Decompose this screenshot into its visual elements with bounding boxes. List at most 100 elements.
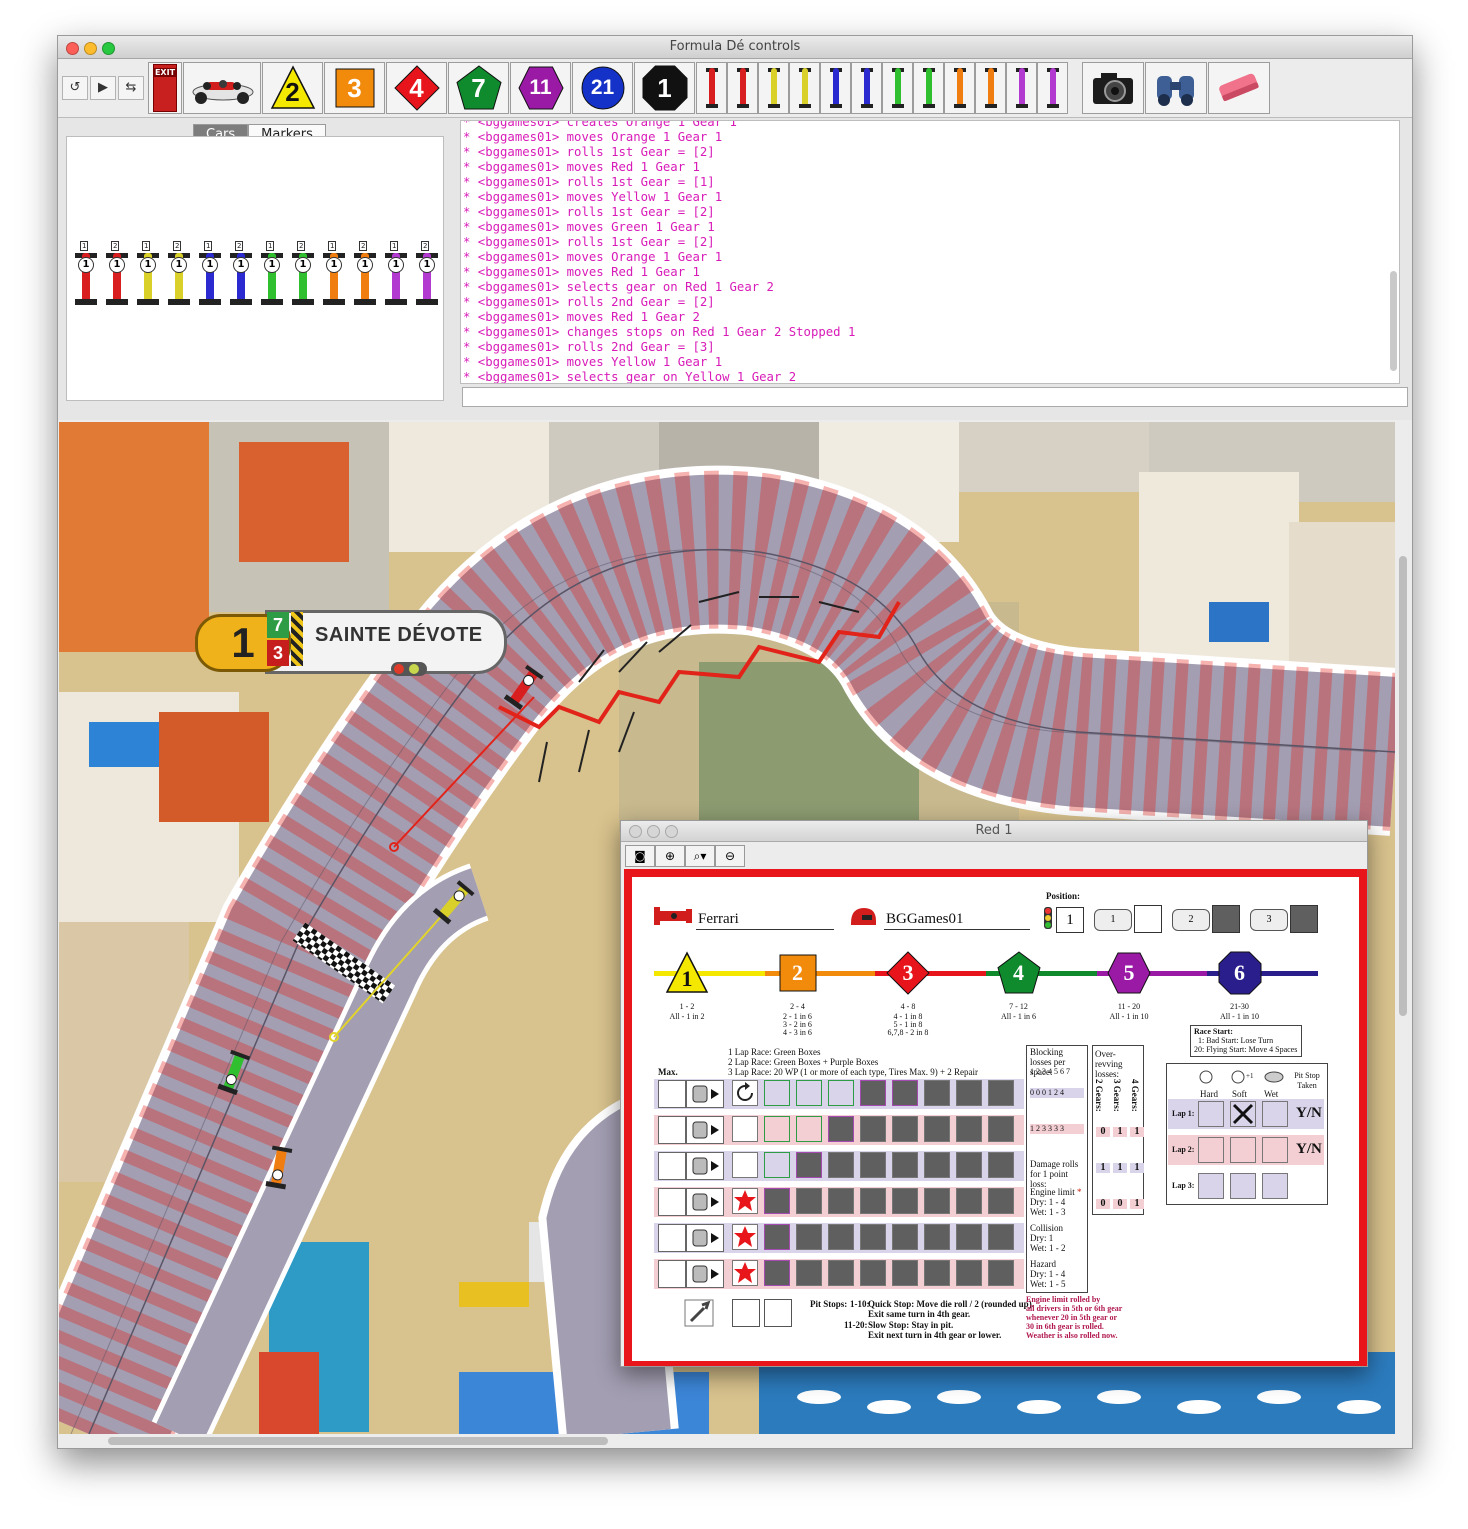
wear-point-box[interactable] [892, 1224, 918, 1250]
gear-6-button[interactable]: 6 [1218, 951, 1262, 995]
palette-car[interactable]: 11 [197, 241, 223, 311]
wear-point-box[interactable] [892, 1188, 918, 1214]
wear-max-box[interactable] [658, 1152, 686, 1180]
place-car-button[interactable] [1006, 62, 1037, 114]
die-3-button[interactable]: 3 [324, 62, 385, 114]
wear-point-box[interactable] [924, 1152, 950, 1178]
wear-point-box[interactable] [828, 1080, 854, 1106]
wear-point-box[interactable] [988, 1080, 1014, 1106]
place-car-button[interactable] [727, 62, 758, 114]
tyre-choice-box[interactable] [1230, 1101, 1256, 1127]
die-4-button[interactable]: 4 [386, 62, 447, 114]
wear-point-box[interactable] [956, 1188, 982, 1214]
palette-car[interactable]: 21 [290, 241, 316, 311]
wear-point-box[interactable] [764, 1188, 790, 1214]
pit-stop-taken-value[interactable]: Y/N [1296, 1142, 1322, 1157]
place-car-button[interactable] [758, 62, 789, 114]
exit-button[interactable]: EXIT [148, 62, 182, 114]
wear-max-box[interactable] [658, 1116, 686, 1144]
wear-point-box[interactable] [764, 1260, 790, 1286]
palette-car[interactable]: 21 [104, 241, 130, 311]
place-car-button[interactable] [913, 62, 944, 114]
wear-point-box[interactable] [924, 1260, 950, 1286]
eraser-button[interactable] [1208, 62, 1270, 114]
position-box[interactable]: 1 [1056, 907, 1084, 933]
wear-point-box[interactable] [732, 1152, 758, 1178]
palette-car[interactable]: 11 [321, 241, 347, 311]
gear-2-button[interactable]: 2 [776, 951, 820, 995]
wear-point-box[interactable] [860, 1224, 886, 1250]
car-sheet-zoom-select-button[interactable]: ⌕▾ [685, 845, 715, 867]
palette-car[interactable]: 11 [135, 241, 161, 311]
wear-point-box[interactable] [732, 1116, 758, 1142]
place-car-button[interactable] [944, 62, 975, 114]
board-horizontal-scrollbar[interactable] [108, 1437, 608, 1445]
tyre-choice-box[interactable] [1230, 1137, 1256, 1163]
new-car-button[interactable] [183, 62, 261, 114]
palette-car[interactable]: 21 [352, 241, 378, 311]
board-vertical-scrollbar[interactable] [1399, 556, 1407, 1016]
palette-car[interactable]: 21 [166, 241, 192, 311]
tyre-choice-box[interactable] [1198, 1173, 1224, 1199]
wear-point-box[interactable] [956, 1080, 982, 1106]
wear-point-box[interactable] [956, 1224, 982, 1250]
wear-max-box[interactable] [658, 1080, 686, 1108]
wear-point-box[interactable] [732, 1260, 758, 1286]
tyre-choice-box[interactable] [1262, 1101, 1288, 1127]
screenshot-button[interactable] [1082, 62, 1144, 114]
wear-point-box[interactable] [732, 1224, 758, 1250]
wear-point-box[interactable] [796, 1224, 822, 1250]
wear-point-box[interactable] [828, 1188, 854, 1214]
wear-max-box[interactable] [658, 1188, 686, 1216]
car-sheet-zoom-out-button[interactable]: ⊖ [715, 845, 745, 867]
wear-point-box[interactable] [796, 1188, 822, 1214]
wear-point-box[interactable] [764, 1152, 790, 1178]
wear-point-box[interactable] [956, 1260, 982, 1286]
die-11-button[interactable]: 11 [510, 62, 571, 114]
wear-point-box[interactable] [764, 1080, 790, 1106]
wear-point-box[interactable] [828, 1260, 854, 1286]
zoom-view-button[interactable] [1145, 62, 1207, 114]
wear-point-box[interactable] [796, 1116, 822, 1142]
wear-point-box[interactable] [924, 1080, 950, 1106]
palette-car[interactable]: 11 [383, 241, 409, 311]
die-21-button[interactable]: 21 [572, 62, 633, 114]
chat-input[interactable] [462, 387, 1408, 407]
place-car-button[interactable] [975, 62, 1006, 114]
tyre-choice-box[interactable] [1198, 1137, 1224, 1163]
car-sheet-snapshot-button[interactable]: ◙ [625, 845, 655, 867]
wear-point-box[interactable] [860, 1152, 886, 1178]
wear-point-box[interactable] [860, 1080, 886, 1106]
tyre-choice-box[interactable] [1230, 1173, 1256, 1199]
wear-point-box[interactable] [924, 1224, 950, 1250]
palette-car[interactable]: 11 [259, 241, 285, 311]
wear-point-box[interactable] [732, 1080, 758, 1106]
wear-point-box[interactable] [860, 1260, 886, 1286]
car-sheet-minimize-button[interactable] [647, 825, 660, 838]
lap-2-box[interactable] [1212, 905, 1240, 933]
chat-log[interactable]: * <bggames01> creates Orange 1 Gear 1 * <… [460, 120, 1400, 384]
wear-point-box[interactable] [956, 1116, 982, 1142]
wear-point-box[interactable] [796, 1080, 822, 1106]
wear-point-box[interactable] [796, 1152, 822, 1178]
pit-stop-taken-value[interactable]: Y/N [1296, 1106, 1322, 1121]
minimize-window-button[interactable] [84, 42, 97, 55]
wear-point-box[interactable] [860, 1188, 886, 1214]
chat-log-scrollbar[interactable] [1390, 271, 1397, 371]
place-car-button[interactable] [820, 62, 851, 114]
wear-point-box[interactable] [892, 1080, 918, 1106]
step-button[interactable]: ▶ [90, 76, 116, 100]
gear-4-button[interactable]: 4 [996, 951, 1041, 995]
wear-point-box[interactable] [924, 1188, 950, 1214]
undo-button[interactable]: ↺ [62, 76, 88, 100]
place-car-button[interactable] [851, 62, 882, 114]
tyre-choice-box[interactable] [1198, 1101, 1224, 1127]
wear-point-box[interactable] [988, 1188, 1014, 1214]
die-2-button[interactable]: 2 [262, 62, 323, 114]
palette-car[interactable]: 11 [73, 241, 99, 311]
wear-point-box[interactable] [860, 1116, 886, 1142]
palette-car[interactable]: 21 [414, 241, 440, 311]
wear-point-box[interactable] [764, 1116, 790, 1142]
tyre-choice-box[interactable] [1262, 1137, 1288, 1163]
repair-box-2[interactable] [764, 1299, 792, 1327]
